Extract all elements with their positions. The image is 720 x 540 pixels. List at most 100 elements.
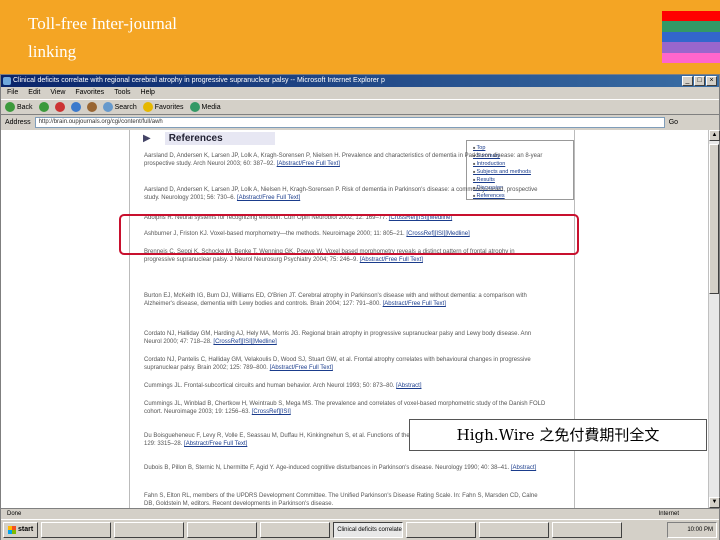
favorites-button[interactable]: Favorites xyxy=(142,102,184,112)
system-tray-clock: 10:00 PM xyxy=(667,522,717,538)
home-icon xyxy=(86,102,97,112)
color-stripe xyxy=(662,63,720,74)
taskbar-button[interactable] xyxy=(406,522,477,538)
reference-links[interactable]: [Abstract/Free Full Text] xyxy=(270,365,333,371)
slide-title-line2: linking xyxy=(28,42,77,61)
menu-item-tools[interactable]: Tools xyxy=(114,87,130,99)
back-arrow-icon xyxy=(5,102,15,112)
address-bar: Address http://brain.oupjournals.org/cgi… xyxy=(1,115,719,129)
reference-links[interactable]: [Abstract/Free Full Text] xyxy=(277,161,340,167)
menu-item-file[interactable]: File xyxy=(7,87,18,99)
reference-item: Cordato NJ, Halliday GM, Harding AJ, Hel… xyxy=(144,330,546,346)
window-title: Clinical deficits correlate with regiona… xyxy=(13,77,385,84)
star-icon xyxy=(142,102,153,112)
reference-text: Cordato NJ, Pantelis C, Halliday GM, Vel… xyxy=(144,357,531,371)
reference-item: Dubois B, Pillon B, Sternic N, Lhermitte… xyxy=(144,464,546,472)
taskbar-button[interactable] xyxy=(552,522,623,538)
page-content: ▶ References TopSummaryIntroductionSubje… xyxy=(1,130,708,508)
reference-item: Aarsland D, Andersen K, Larsen JP, Lolk … xyxy=(144,186,546,202)
forward-arrow-icon xyxy=(38,102,49,112)
refresh-button[interactable] xyxy=(70,102,81,112)
reference-links[interactable]: [Abstract/Free Full Text] xyxy=(383,301,446,307)
reference-links[interactable]: [CrossRef][ISI] xyxy=(252,409,291,415)
section-nav-link[interactable]: Top xyxy=(473,144,569,152)
color-stripes xyxy=(662,0,720,74)
color-stripe xyxy=(662,42,720,53)
address-label: Address xyxy=(5,118,31,126)
maximize-icon[interactable]: □ xyxy=(694,76,705,86)
highlight-annotation xyxy=(119,214,579,255)
references-header: ▶ References xyxy=(143,130,275,146)
browser-window: Clinical deficits correlate with regiona… xyxy=(0,74,720,540)
taskbar-button[interactable] xyxy=(41,522,112,538)
menu-item-edit[interactable]: Edit xyxy=(28,87,40,99)
reference-links[interactable]: [Abstract/Free Full Text] xyxy=(360,257,423,263)
stop-button[interactable] xyxy=(54,102,65,112)
menu-item-view[interactable]: View xyxy=(50,87,65,99)
color-stripe xyxy=(662,31,720,43)
reference-text: Cummings JL, Winblad B, Chertkow H, Wein… xyxy=(144,401,546,415)
section-nav-link[interactable]: Subjects and methods xyxy=(473,168,569,176)
reference-item: Burton EJ, McKeith IG, Burn DJ, Williams… xyxy=(144,292,546,308)
references-panel: ▶ References TopSummaryIntroductionSubje… xyxy=(129,130,575,508)
color-stripe xyxy=(662,10,720,22)
reference-text: Dubois B, Pillon B, Sternic N, Lhermitte… xyxy=(144,465,510,471)
reference-text: Cummings JL. Frontal-subcortical circuit… xyxy=(144,383,395,389)
media-icon xyxy=(189,102,200,112)
taskbar: start Clinical deficits correlate... 10:0… xyxy=(1,519,719,540)
slide-title-line1: Toll-free Inter-journal xyxy=(28,14,178,33)
menu-bar: File Edit View Favorites Tools Help xyxy=(1,87,719,99)
menu-item-favorites[interactable]: Favorites xyxy=(75,87,104,99)
reference-text: Fahn S, Elton RL, members of the UPDRS D… xyxy=(144,493,538,507)
status-bar: Done Internet xyxy=(1,508,719,519)
vertical-scrollbar[interactable]: ▲ ▼ xyxy=(708,130,720,508)
reference-links[interactable]: [Abstract/Free Full Text] xyxy=(184,441,247,447)
go-button[interactable]: Go xyxy=(669,119,678,126)
reference-links[interactable]: [Abstract] xyxy=(511,465,536,471)
taskbar-button[interactable] xyxy=(187,522,258,538)
reference-links[interactable]: [Abstract] xyxy=(396,383,421,389)
toolbar: Back Search Favorites Media xyxy=(1,99,719,115)
search-button[interactable]: Search xyxy=(102,102,137,112)
status-text: Done xyxy=(7,511,22,517)
back-button[interactable]: Back xyxy=(5,102,33,112)
windows-logo-icon xyxy=(8,526,16,534)
taskbar-button[interactable]: Clinical deficits correlate... xyxy=(333,522,404,538)
search-icon xyxy=(102,102,113,112)
scroll-up-icon[interactable]: ▲ xyxy=(709,130,720,141)
minimize-icon[interactable]: _ xyxy=(682,76,693,86)
taskbar-button[interactable] xyxy=(260,522,331,538)
reference-text: Burton EJ, McKeith IG, Burn DJ, Williams… xyxy=(144,293,527,307)
reference-item: Cordato NJ, Pantelis C, Halliday GM, Vel… xyxy=(144,356,546,372)
reference-text: Cordato NJ, Halliday GM, Harding AJ, Hel… xyxy=(144,331,532,345)
color-stripe xyxy=(662,52,720,64)
close-icon[interactable]: × xyxy=(706,76,717,86)
reference-links[interactable]: [CrossRef][ISI][Medline] xyxy=(213,339,276,345)
reference-item: Fahn S, Elton RL, members of the UPDRS D… xyxy=(144,492,546,508)
scroll-down-icon[interactable]: ▼ xyxy=(709,497,720,508)
scroll-thumb[interactable] xyxy=(709,144,719,294)
slide-title: Toll-free Inter-journal linking xyxy=(28,10,177,66)
window-titlebar: Clinical deficits correlate with regiona… xyxy=(1,75,719,87)
reference-item: Cummings JL. Frontal-subcortical circuit… xyxy=(144,382,546,390)
reference-text: Aarsland D, Andersen K, Larsen JP, Lolk … xyxy=(144,153,543,167)
window-controls: _ □ × xyxy=(682,76,717,86)
taskbar-button[interactable] xyxy=(479,522,550,538)
taskbar-button[interactable] xyxy=(114,522,185,538)
color-stripe xyxy=(662,21,720,32)
refresh-icon xyxy=(70,102,81,112)
reference-links[interactable]: [Abstract/Free Full Text] xyxy=(237,195,300,201)
media-button[interactable]: Media xyxy=(189,102,221,112)
address-input[interactable]: http://brain.oupjournals.org/cgi/content… xyxy=(34,116,665,128)
menu-item-help[interactable]: Help xyxy=(141,87,155,99)
reference-item: Cummings JL, Winblad B, Chertkow H, Wein… xyxy=(144,400,546,416)
references-heading: References xyxy=(164,131,275,145)
slide-header: Toll-free Inter-journal linking xyxy=(0,0,662,74)
start-button[interactable]: start xyxy=(3,522,39,538)
forward-button[interactable] xyxy=(38,102,49,112)
section-nav-link[interactable]: Results xyxy=(473,176,569,184)
stop-icon xyxy=(54,102,65,112)
expand-arrow-icon[interactable]: ▶ xyxy=(143,133,151,144)
reference-text: Aarsland D, Andersen K, Larsen JP, Lolk … xyxy=(144,187,538,201)
home-button[interactable] xyxy=(86,102,97,112)
